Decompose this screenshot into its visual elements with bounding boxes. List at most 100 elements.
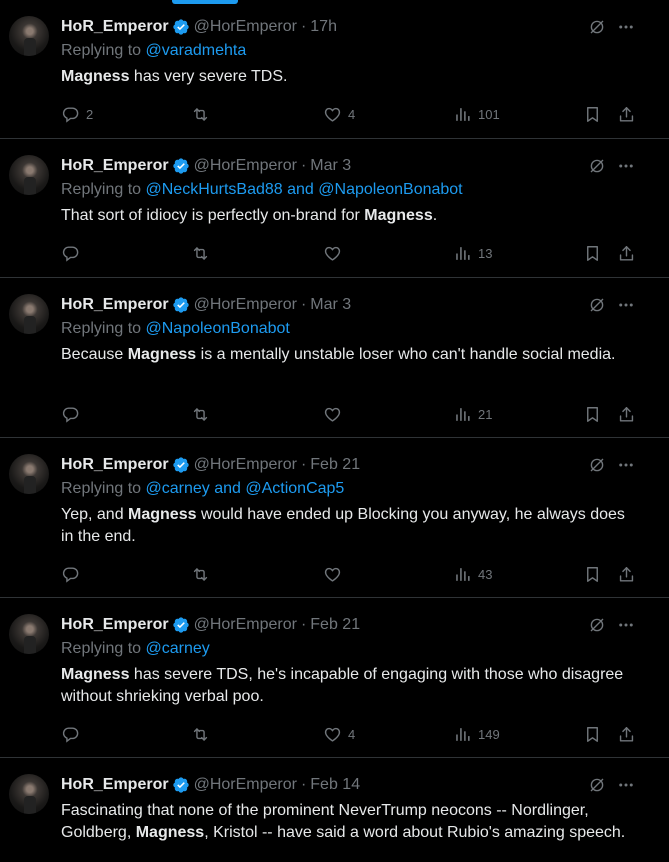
like-button[interactable]: 4	[323, 104, 355, 124]
avatar[interactable]	[9, 614, 49, 654]
reply-icon	[61, 725, 80, 744]
display-name[interactable]: HoR_Emperor	[61, 456, 169, 474]
tweet[interactable]: HoR_Emperor @HorEmperor · Feb 14 Fascina…	[0, 758, 669, 862]
repost-button[interactable]	[191, 724, 216, 744]
avatar[interactable]	[9, 454, 49, 494]
display-name[interactable]: HoR_Emperor	[61, 157, 169, 175]
views-button[interactable]: 149	[453, 724, 500, 744]
tweet-text: That sort of idiocy is perfectly on-bran…	[61, 205, 629, 227]
share-button[interactable]	[617, 243, 636, 263]
user-handle[interactable]: @HorEmperor	[194, 776, 297, 794]
tweet-actions: 21	[61, 404, 651, 424]
reply-button[interactable]	[61, 724, 86, 744]
reply-button[interactable]	[61, 404, 86, 424]
repost-button[interactable]	[191, 564, 216, 584]
like-button[interactable]: 4	[323, 724, 355, 744]
timestamp[interactable]: Mar 3	[310, 296, 351, 314]
more-icon[interactable]	[617, 776, 635, 794]
body-text: , Kristol -- have said a word about Rubi…	[204, 824, 626, 841]
timestamp[interactable]: Feb 21	[310, 616, 360, 634]
reply-mentions[interactable]: @carney	[146, 640, 210, 657]
share-button[interactable]	[617, 724, 636, 744]
display-name[interactable]: HoR_Emperor	[61, 18, 169, 36]
tweet-header: HoR_Emperor @HorEmperor · 17h	[61, 16, 649, 38]
display-name[interactable]: HoR_Emperor	[61, 296, 169, 314]
views-button[interactable]: 43	[453, 564, 492, 584]
user-handle[interactable]: @HorEmperor	[194, 616, 297, 634]
tweet[interactable]: HoR_Emperor @HorEmperor · Mar 3 Replying…	[0, 278, 669, 438]
timestamp[interactable]: Feb 14	[310, 776, 360, 794]
share-button[interactable]	[617, 104, 636, 124]
grok-icon[interactable]	[588, 456, 606, 474]
user-handle[interactable]: @HorEmperor	[194, 296, 297, 314]
views-count: 43	[478, 566, 493, 582]
verified-badge-icon	[172, 296, 190, 314]
timestamp[interactable]: 17h	[310, 18, 337, 36]
user-handle[interactable]: @HorEmperor	[194, 18, 297, 36]
timestamp[interactable]: Mar 3	[310, 157, 351, 175]
bookmark-button[interactable]	[583, 104, 602, 124]
grok-icon[interactable]	[588, 157, 606, 175]
reply-button[interactable]: 2	[61, 104, 93, 124]
body-text: .	[432, 207, 438, 224]
bookmark-button[interactable]	[583, 564, 602, 584]
tweet[interactable]: HoR_Emperor @HorEmperor · 17h Replying t…	[0, 0, 669, 139]
more-icon[interactable]	[617, 296, 635, 314]
display-name[interactable]: HoR_Emperor	[61, 616, 169, 634]
bookmark-button[interactable]	[583, 243, 602, 263]
avatar[interactable]	[9, 774, 49, 814]
user-handle[interactable]: @HorEmperor	[194, 456, 297, 474]
tweet[interactable]: HoR_Emperor @HorEmperor · Feb 21 Replyin…	[0, 598, 669, 758]
more-icon[interactable]	[617, 616, 635, 634]
views-icon	[453, 565, 472, 584]
like-button[interactable]	[323, 243, 348, 263]
reply-button[interactable]	[61, 564, 86, 584]
share-button[interactable]	[617, 564, 636, 584]
display-name[interactable]: HoR_Emperor	[61, 776, 169, 794]
tweet-text: Fascinating that none of the prominent N…	[61, 800, 629, 844]
avatar[interactable]	[9, 155, 49, 195]
share-icon	[617, 244, 636, 263]
reply-mentions[interactable]: @varadmehta	[146, 42, 247, 59]
views-button[interactable]: 21	[453, 404, 492, 424]
grok-icon[interactable]	[588, 776, 606, 794]
like-button[interactable]	[323, 404, 348, 424]
repost-button[interactable]	[191, 243, 216, 263]
like-button[interactable]	[323, 564, 348, 584]
bookmark-icon	[583, 565, 602, 584]
views-button[interactable]: 13	[453, 243, 492, 263]
bookmark-icon	[583, 725, 602, 744]
more-icon[interactable]	[617, 157, 635, 175]
repost-button[interactable]	[191, 104, 216, 124]
replying-to-label: Replying to	[61, 320, 146, 337]
reply-mentions[interactable]: @carney and @ActionCap5	[146, 480, 345, 497]
bookmark-button[interactable]	[583, 724, 602, 744]
reply-mentions[interactable]: @NapoleonBonabot	[146, 320, 290, 337]
grok-icon[interactable]	[588, 296, 606, 314]
grok-icon[interactable]	[588, 616, 606, 634]
reply-mentions[interactable]: @NeckHurtsBad88 and @NapoleonBonabot	[146, 181, 463, 198]
tweet[interactable]: HoR_Emperor @HorEmperor · Mar 3 Replying…	[0, 139, 669, 278]
share-button[interactable]	[617, 404, 636, 424]
highlight-term: Magness	[135, 824, 205, 841]
repost-button[interactable]	[191, 404, 216, 424]
tweet[interactable]: HoR_Emperor @HorEmperor · Feb 21 Replyin…	[0, 438, 669, 598]
timestamp[interactable]: Feb 21	[310, 456, 360, 474]
grok-icon[interactable]	[588, 18, 606, 36]
separator-dot: ·	[300, 18, 307, 35]
tweet-text: Because Magness is a mentally unstable l…	[61, 344, 629, 366]
verified-badge-icon	[172, 456, 190, 474]
avatar[interactable]	[9, 294, 49, 334]
more-icon[interactable]	[617, 456, 635, 474]
avatar[interactable]	[9, 16, 49, 56]
bookmark-button[interactable]	[583, 404, 602, 424]
verified-badge-icon	[172, 776, 190, 794]
more-icon[interactable]	[617, 18, 635, 36]
views-button[interactable]: 101	[453, 104, 500, 124]
reply-button[interactable]	[61, 243, 86, 263]
tweet-actions: 13	[61, 243, 651, 263]
body-text: Yep, and	[61, 506, 129, 523]
like-icon	[323, 244, 342, 263]
user-handle[interactable]: @HorEmperor	[194, 157, 297, 175]
replying-to: Replying to @varadmehta	[61, 42, 649, 60]
